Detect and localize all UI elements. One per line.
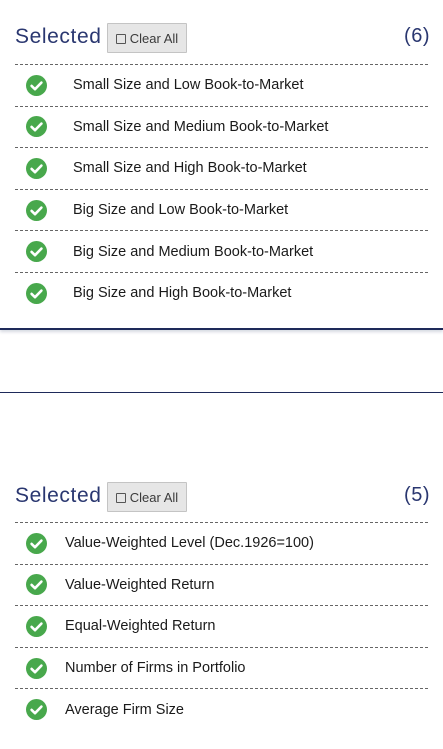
check-circle-icon[interactable]	[26, 241, 47, 263]
list-item[interactable]: Small Size and High Book-to-Market	[15, 148, 428, 190]
clear-all-label: Clear All	[129, 30, 179, 46]
square-outline-icon	[115, 33, 126, 44]
check-circle-icon[interactable]	[26, 657, 47, 679]
check-circle-icon[interactable]	[26, 615, 47, 637]
list-item-label: Number of Firms in Portfolio	[65, 660, 246, 677]
list-item[interactable]: Big Size and Medium Book-to-Market	[15, 231, 428, 273]
square-outline-icon	[115, 492, 126, 503]
list-item-label: Equal-Weighted Return	[65, 618, 216, 635]
list-item[interactable]: Value-Weighted Level (Dec.1926=100)	[15, 523, 428, 565]
selected-list: Small Size and Low Book-to-Market Small …	[15, 64, 428, 314]
check-circle-icon[interactable]	[26, 199, 47, 221]
check-circle-icon[interactable]	[26, 699, 47, 721]
check-circle-icon[interactable]	[26, 532, 47, 554]
section-divider	[0, 392, 443, 393]
selected-title: Selected	[15, 484, 102, 507]
clear-all-label: Clear All	[129, 489, 179, 505]
list-item[interactable]: Small Size and Low Book-to-Market	[15, 65, 428, 107]
selected-portfolios-panel: Selected Clear All (6) Small Size and Lo…	[0, 0, 443, 330]
list-item-label: Small Size and Medium Book-to-Market	[73, 118, 329, 135]
panel-header: Selected Clear All (6)	[0, 0, 443, 62]
list-item-label: Big Size and Medium Book-to-Market	[73, 243, 314, 260]
list-item-label: Small Size and Low Book-to-Market	[73, 77, 304, 94]
selected-series-panel: Selected Clear All (5) Value-Weighted Le…	[0, 459, 443, 749]
list-item[interactable]: Big Size and Low Book-to-Market	[15, 190, 428, 232]
panel-header: Selected Clear All (5)	[0, 459, 443, 521]
selected-count: (6)	[404, 25, 430, 47]
check-circle-icon[interactable]	[26, 74, 47, 96]
list-item-label: Value-Weighted Level (Dec.1926=100)	[65, 535, 314, 552]
list-item[interactable]: Big Size and High Book-to-Market	[15, 273, 428, 314]
clear-all-button[interactable]: Clear All	[107, 482, 187, 512]
list-item[interactable]: Equal-Weighted Return	[15, 606, 428, 648]
check-circle-icon[interactable]	[26, 282, 47, 304]
check-circle-icon[interactable]	[26, 116, 47, 138]
list-item[interactable]: Average Firm Size	[15, 689, 428, 730]
selected-title: Selected	[15, 25, 102, 48]
list-item-label: Small Size and High Book-to-Market	[73, 160, 307, 177]
list-item[interactable]: Value-Weighted Return	[15, 565, 428, 607]
check-circle-icon[interactable]	[26, 574, 47, 596]
list-item[interactable]: Small Size and Medium Book-to-Market	[15, 107, 428, 149]
list-item[interactable]: Number of Firms in Portfolio	[15, 648, 428, 690]
selected-count: (5)	[404, 484, 430, 506]
selected-list: Value-Weighted Level (Dec.1926=100) Valu…	[15, 522, 428, 730]
check-circle-icon[interactable]	[26, 157, 47, 179]
list-item-label: Big Size and Low Book-to-Market	[73, 202, 289, 219]
list-item-label: Average Firm Size	[65, 701, 184, 718]
clear-all-button[interactable]: Clear All	[107, 23, 187, 53]
list-item-label: Value-Weighted Return	[65, 576, 215, 593]
list-item-label: Big Size and High Book-to-Market	[73, 285, 292, 302]
